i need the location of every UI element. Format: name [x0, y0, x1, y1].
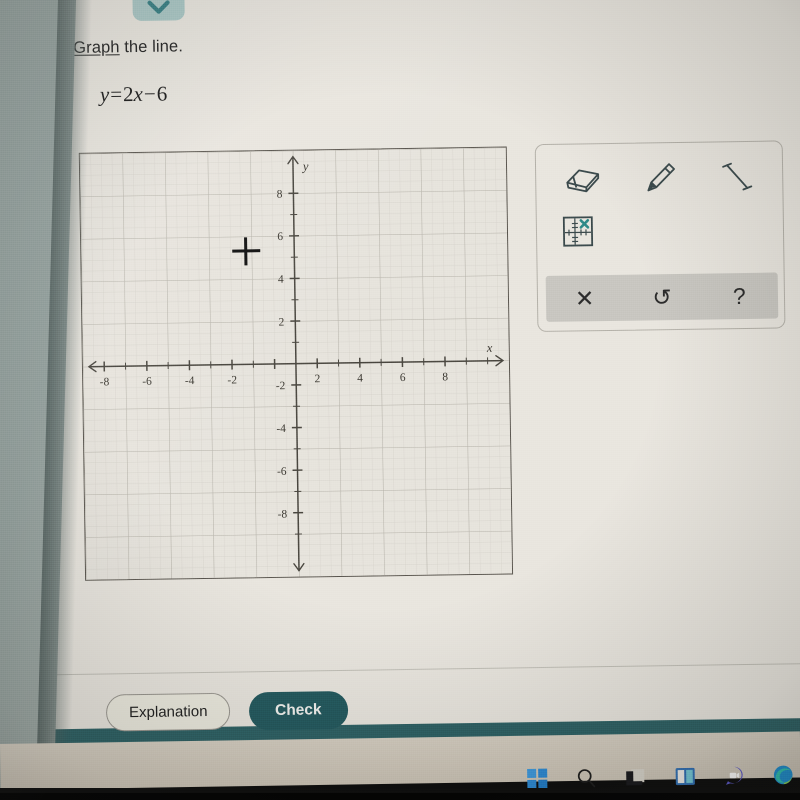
ytick-6: 6 [277, 231, 283, 243]
teams-chat-icon [725, 766, 743, 785]
equation-constant: 6 [156, 81, 168, 106]
xtick-4: 4 [357, 373, 363, 385]
check-button[interactable]: Check [248, 690, 348, 731]
chevron-down-icon [147, 0, 170, 14]
line-segment-icon [722, 162, 753, 191]
teams-chat-button[interactable] [722, 764, 746, 788]
ytick-8: 8 [277, 189, 283, 201]
collapse-chevron-button[interactable] [132, 0, 185, 22]
widgets-icon [675, 767, 695, 786]
help-button[interactable]: ? [712, 276, 767, 317]
search-button[interactable] [574, 766, 598, 790]
equation-minus: − [143, 81, 156, 106]
tool-eraser[interactable] [552, 154, 615, 205]
equation-display: y=2x−6 [100, 82, 168, 108]
equation-variable: x [133, 81, 144, 107]
windows-start-icon [526, 768, 548, 789]
clear-button[interactable]: ✕ [557, 278, 612, 319]
footer-divider [46, 662, 800, 676]
graph-delete-icon [562, 216, 594, 247]
ytick-4: 4 [278, 274, 284, 286]
tool-row-secondary [547, 206, 610, 257]
x-axis-label: x [486, 341, 493, 355]
task-view-button[interactable] [624, 765, 648, 789]
palette-action-bar: ✕ ↺ ? [545, 272, 779, 322]
xtick--8: -8 [100, 376, 110, 388]
pencil-icon [647, 163, 675, 192]
photo-of-screen: Graph the line. y=2x−6 -8 -6 -4 -2 2 4 6… [0, 0, 800, 800]
xtick--2: -2 [227, 374, 237, 386]
task-view-icon [626, 769, 645, 786]
ytick--8: -8 [278, 509, 288, 521]
tool-row-primary [544, 152, 777, 205]
xtick-6: 6 [400, 372, 406, 384]
drawing-tool-palette: ✕ ↺ ? [534, 140, 786, 333]
tool-pencil[interactable] [629, 153, 692, 204]
tool-line[interactable] [706, 152, 769, 203]
coordinate-plane[interactable]: -8 -6 -4 -2 2 4 6 8 8 6 4 2 -2 -4 -6 -8 … [79, 147, 513, 580]
ytick--6: -6 [277, 466, 287, 478]
edge-browser-button[interactable] [772, 763, 796, 787]
tool-delete-point[interactable] [547, 206, 610, 257]
edge-browser-icon [774, 765, 793, 785]
search-icon [577, 769, 596, 788]
instruction-text: Graph the line. [73, 37, 183, 58]
y-axis-label: y [301, 159, 309, 173]
photo-bottom-edge-dark [0, 793, 800, 800]
graph-link[interactable]: Graph [73, 38, 120, 57]
ytick-2: 2 [279, 316, 285, 328]
undo-button[interactable]: ↺ [635, 277, 690, 318]
coordinate-grid-canvas[interactable]: -8 -6 -4 -2 2 4 6 8 8 6 4 2 -2 -4 -6 -8 … [78, 146, 514, 581]
xtick--6: -6 [142, 376, 152, 388]
xtick-8: 8 [442, 371, 448, 383]
widgets-button[interactable] [673, 764, 697, 788]
equation-equals: = [110, 82, 123, 107]
xtick--4: -4 [185, 375, 195, 387]
eraser-icon [566, 169, 599, 193]
instruction-rest: the line. [119, 37, 184, 57]
xtick-2: 2 [315, 373, 321, 385]
app-screen: Graph the line. y=2x−6 -8 -6 -4 -2 2 4 6… [0, 0, 800, 771]
explanation-button[interactable]: Explanation [105, 692, 231, 732]
ytick--4: -4 [276, 423, 286, 435]
crosshair-cursor [232, 237, 260, 265]
equation-coefficient: 2 [122, 82, 134, 107]
ytick--2: -2 [276, 380, 286, 392]
